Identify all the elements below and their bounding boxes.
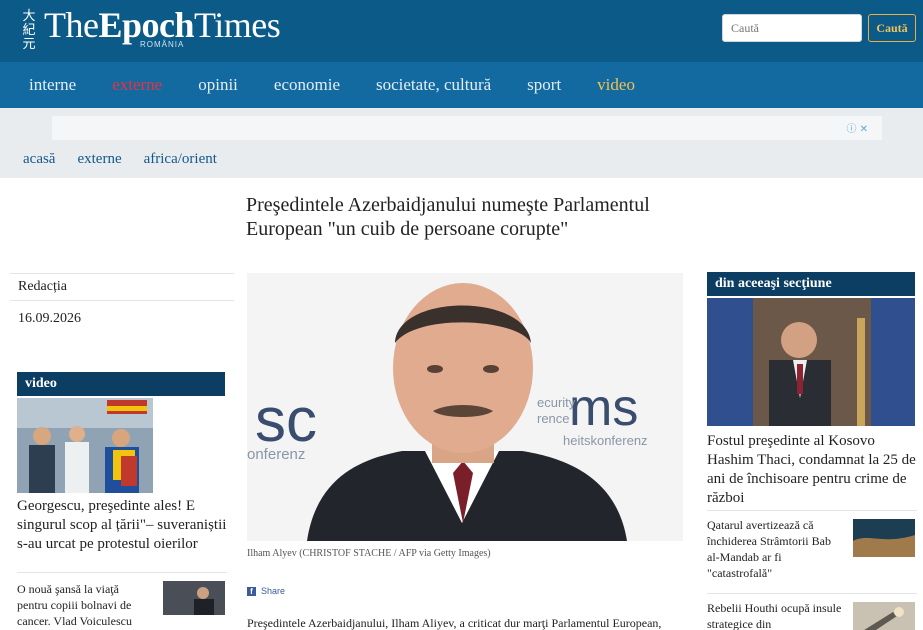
ad-banner: ⓘ ✕ — [0, 108, 923, 142]
nav-item-video[interactable]: video — [597, 75, 635, 95]
logo-emblem: 大紀元 — [22, 9, 36, 52]
backdrop-text-right-small-3: heitskonferenz — [563, 433, 648, 448]
breadcrumb-externe[interactable]: externe — [77, 151, 121, 168]
site-logo[interactable]: 大紀元 TheEpochTimes ROMÂNIA — [18, 5, 281, 52]
video-thumbnail-image — [17, 398, 153, 493]
same-section-photo — [707, 298, 915, 426]
article-main-image[interactable]: sc onferenz ms ecurity rence heitskonfer… — [247, 273, 683, 541]
site-header: 大紀元 TheEpochTimes ROMÂNIA Caută — [0, 0, 923, 62]
left-list-item-thumbnail[interactable] — [163, 581, 225, 615]
same-section-main-image[interactable] — [707, 298, 915, 426]
video-thumbnail[interactable] — [17, 398, 153, 493]
article-photo: sc onferenz ms ecurity rence heitskonfer… — [247, 273, 683, 541]
video-article-title[interactable]: Georgescu, preşedinte ales! E singurul s… — [17, 497, 227, 554]
share-button[interactable]: f Share — [247, 586, 285, 596]
nav-item-opinii[interactable]: opinii — [198, 75, 238, 95]
main-nav: interne externe opinii economie societat… — [0, 62, 923, 108]
article-title: Preşedintele Azerbaidjanului numeşte Par… — [246, 194, 650, 240]
breadcrumb-home[interactable]: acasă — [23, 151, 55, 168]
article-lead: Preşedintele Azerbaidjanului, Ilham Aliy… — [247, 616, 662, 630]
image-caption: Ilham Alyev (CHRISTOF STACHE / AFP via G… — [247, 548, 491, 559]
breadcrumb: acasă externe africa/orient — [0, 140, 923, 178]
facebook-icon: f — [247, 586, 256, 596]
backdrop-text-left-small: onferenz — [247, 446, 305, 463]
backdrop-text-right-small-1: ecurity — [537, 395, 576, 410]
same-section-item-thumbnail[interactable] — [853, 519, 915, 557]
left-list-item[interactable]: O nouă şansă la viaţă pentru copiii boln… — [17, 572, 227, 629]
same-section-item[interactable]: Qatarul avertizează că închiderea Strâmt… — [707, 510, 917, 581]
logo-wordmark: TheEpochTimes — [44, 5, 281, 45]
nav-item-externe[interactable]: externe — [112, 75, 162, 95]
ad-slot[interactable]: ⓘ ✕ — [52, 116, 882, 142]
same-section-item-image — [853, 519, 915, 557]
share-label: Share — [261, 586, 286, 596]
backdrop-text-right-small-2: rence — [537, 411, 570, 426]
same-section-item[interactable]: Rebelii Houthi ocupă insule strategice d… — [707, 593, 917, 630]
logo-the: The — [44, 5, 99, 45]
logo-subtitle: ROMÂNIA — [140, 40, 185, 49]
left-list-item-title[interactable]: O nouă şansă la viaţă pentru copiii boln… — [17, 581, 145, 629]
left-list-item-image — [163, 581, 225, 615]
article-date: 16.09.2026 — [18, 311, 81, 326]
nav-item-societate[interactable]: societate, cultură — [376, 75, 491, 95]
nav-item-interne[interactable]: interne — [29, 75, 76, 95]
logo-epoch: Epoch — [98, 5, 195, 45]
video-section-heading: video — [17, 372, 225, 396]
same-section-item-title[interactable]: Rebelii Houthi ocupă insule strategice d… — [707, 600, 845, 630]
same-section-item-thumbnail[interactable] — [853, 602, 915, 630]
logo-times: Times — [194, 5, 281, 45]
ad-info-icon[interactable]: ⓘ ✕ — [846, 120, 868, 135]
same-section-item-title[interactable]: Qatarul avertizează că închiderea Strâmt… — [707, 517, 845, 581]
same-section-main-title[interactable]: Fostul preşedinte al Kosovo Hashim Thaci… — [707, 432, 919, 508]
nav-item-sport[interactable]: sport — [527, 75, 561, 95]
backdrop-text-left: sc — [255, 386, 317, 455]
backdrop-text-right: ms — [569, 379, 638, 437]
nav-item-economie[interactable]: economie — [274, 75, 340, 95]
same-section-heading: din aceeaşi secţiune — [707, 272, 915, 296]
breadcrumb-africa-orient[interactable]: africa/orient — [144, 151, 217, 168]
search-button[interactable]: Caută — [868, 14, 916, 42]
same-section-item-image — [853, 602, 915, 630]
search-input[interactable] — [722, 14, 862, 42]
article-author[interactable]: Redacția — [10, 273, 234, 301]
